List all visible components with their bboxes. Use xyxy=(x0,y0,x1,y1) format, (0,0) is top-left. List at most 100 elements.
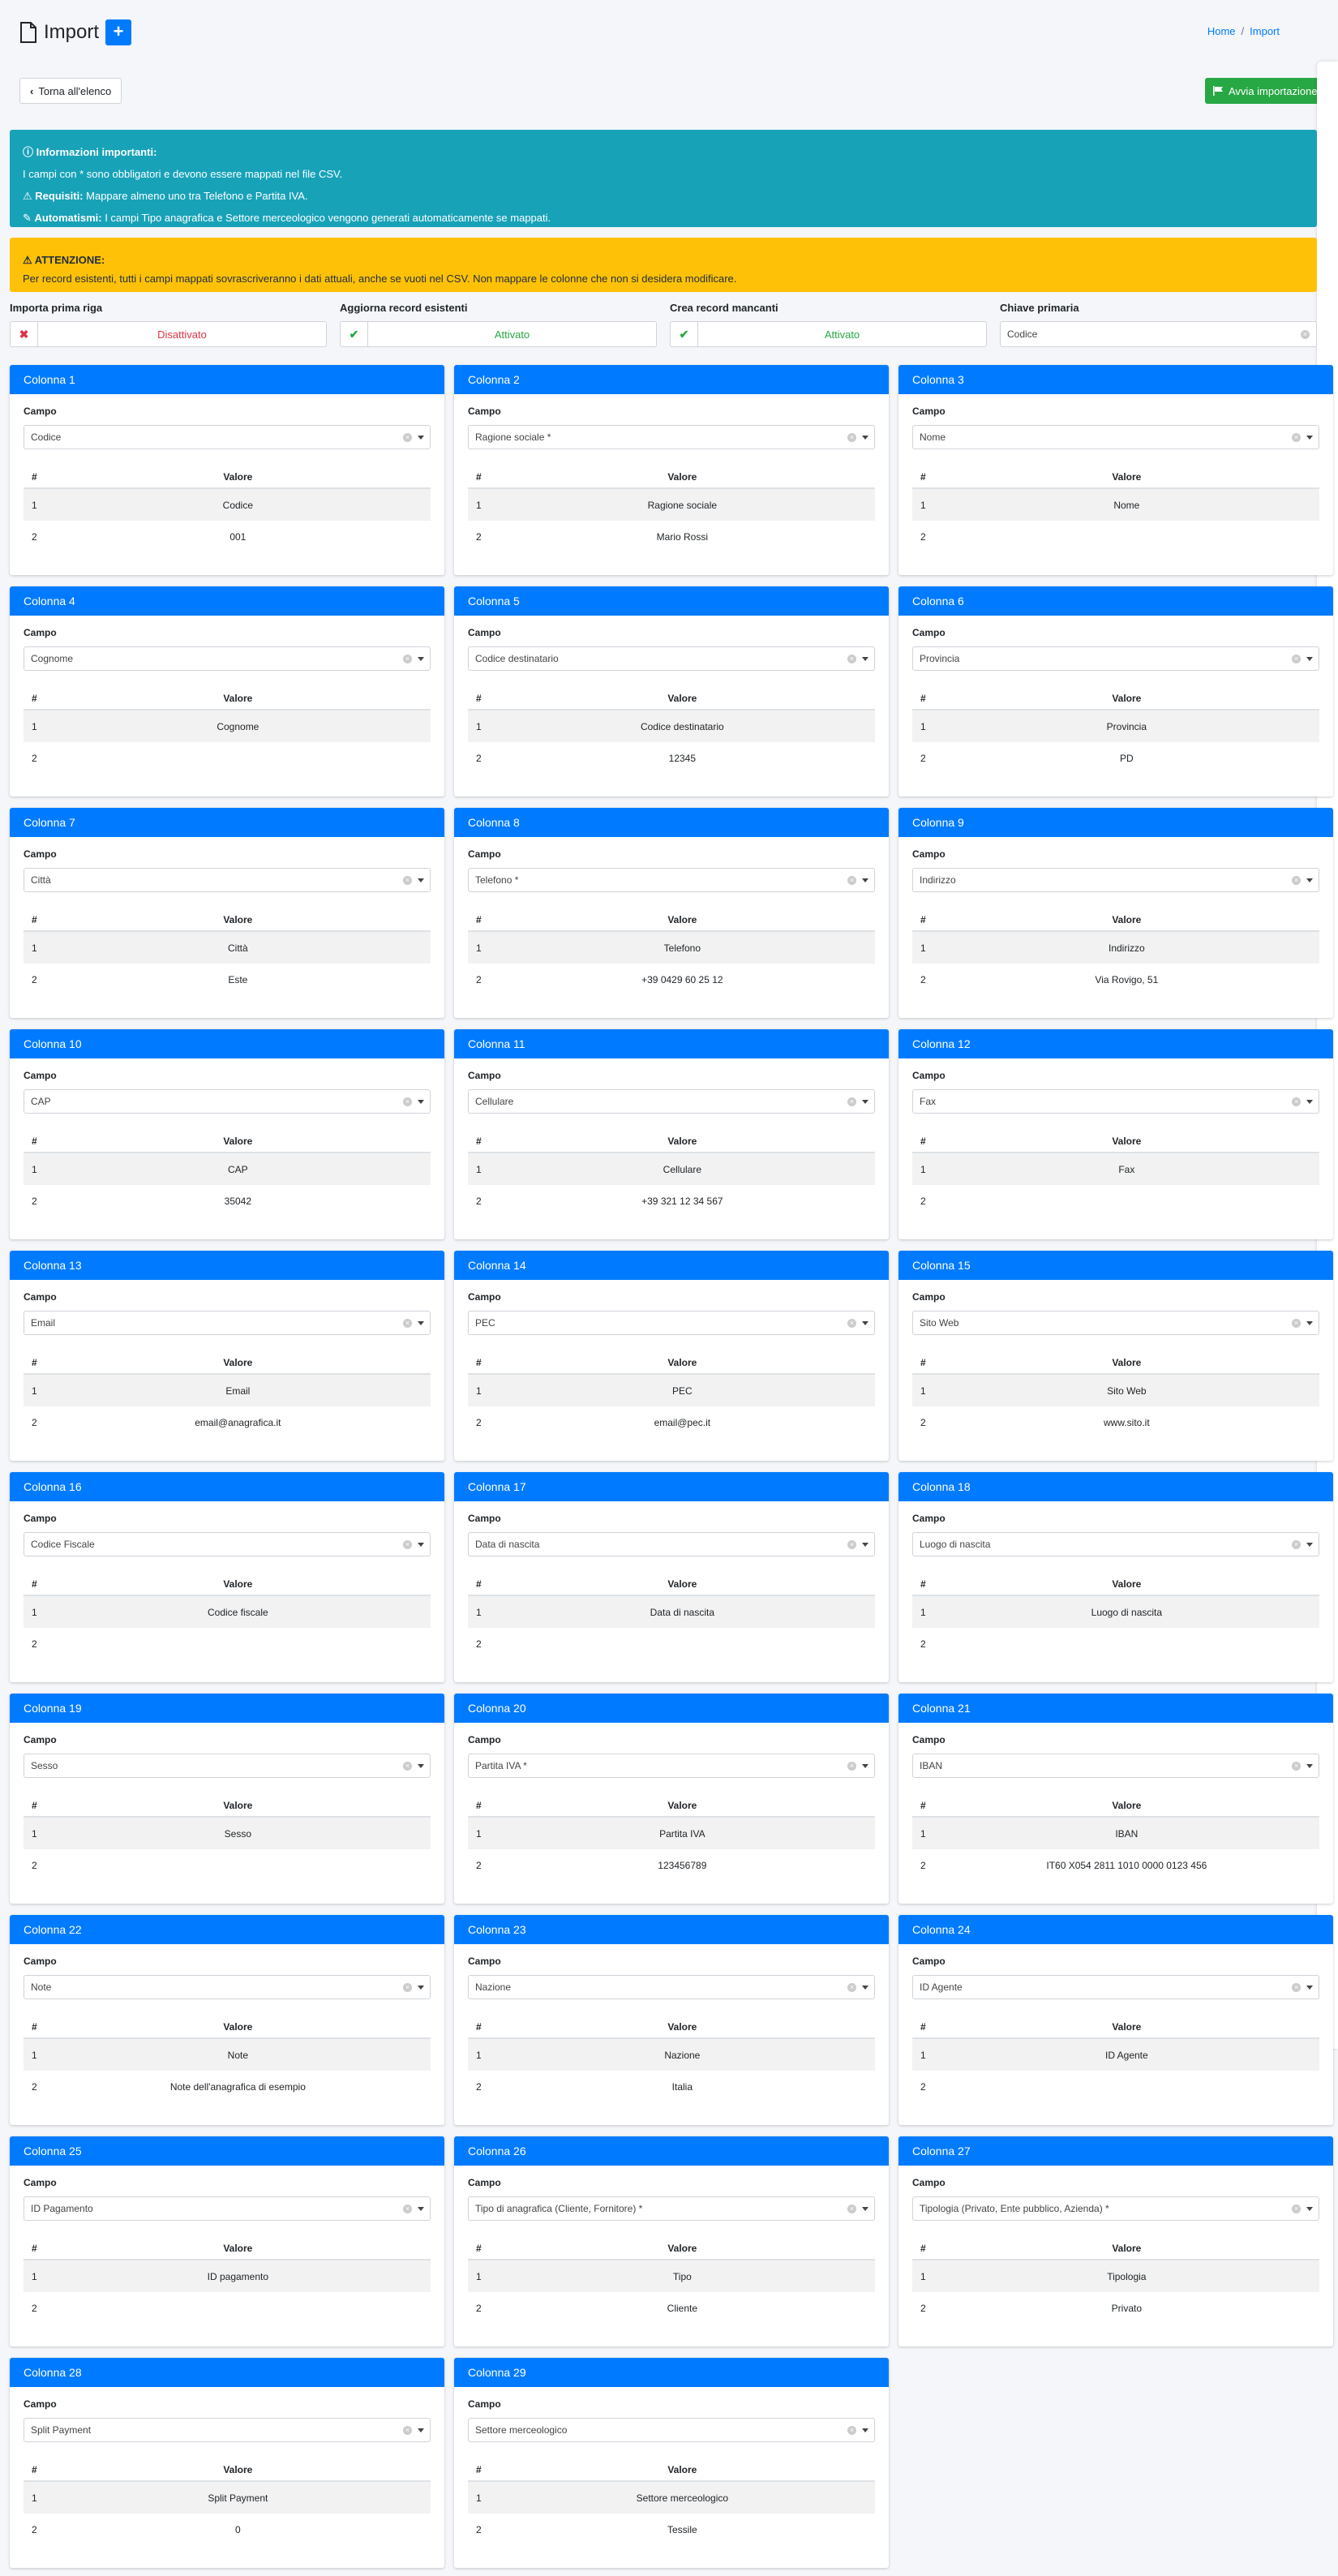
chevron-down-icon[interactable] xyxy=(418,1986,424,1990)
clear-icon[interactable]: × xyxy=(1292,2205,1301,2213)
chevron-down-icon[interactable] xyxy=(418,436,424,440)
clear-icon[interactable]: × xyxy=(403,1319,412,1328)
field-select[interactable]: Fax × xyxy=(912,1089,1319,1114)
clear-icon[interactable]: × xyxy=(1292,876,1301,885)
chevron-down-icon[interactable] xyxy=(1306,1543,1313,1547)
update-existing-toggle[interactable]: ✔ Attivato xyxy=(340,321,657,347)
field-select[interactable]: Split Payment × xyxy=(24,2418,431,2442)
clear-icon[interactable]: × xyxy=(403,1540,412,1549)
chevron-down-icon[interactable] xyxy=(1306,2207,1313,2211)
chevron-down-icon[interactable] xyxy=(1306,878,1313,882)
clear-icon[interactable]: × xyxy=(1292,1762,1301,1771)
clear-icon[interactable]: × xyxy=(847,1097,856,1106)
field-select[interactable]: Tipo di anagrafica (Cliente, Fornitore) … xyxy=(468,2196,875,2221)
chevron-down-icon[interactable] xyxy=(418,1543,424,1547)
field-select[interactable]: Partita IVA * × xyxy=(468,1754,875,1778)
clear-icon[interactable]: × xyxy=(403,2205,412,2213)
field-select[interactable]: Sito Web × xyxy=(912,1311,1319,1335)
chevron-down-icon[interactable] xyxy=(862,1986,868,1990)
clear-icon[interactable]: × xyxy=(403,1983,412,1992)
field-select[interactable]: Data di nascita × xyxy=(468,1532,875,1556)
clear-icon[interactable]: × xyxy=(847,1983,856,1992)
field-select[interactable]: Luogo di nascita × xyxy=(912,1532,1319,1556)
add-button[interactable]: + xyxy=(105,19,132,45)
chevron-down-icon[interactable] xyxy=(418,1100,424,1104)
field-select[interactable]: Provincia × xyxy=(912,646,1319,671)
field-select[interactable]: Sesso × xyxy=(24,1754,431,1778)
chevron-down-icon[interactable] xyxy=(862,1321,868,1325)
chevron-down-icon[interactable] xyxy=(862,2207,868,2211)
chevron-down-icon[interactable] xyxy=(862,436,868,440)
clear-icon[interactable]: × xyxy=(847,1762,856,1771)
field-select[interactable]: PEC × xyxy=(468,1311,875,1335)
primary-key-select[interactable]: Codice × xyxy=(1000,321,1317,347)
table-header-row: # Valore xyxy=(24,1130,431,1153)
field-select[interactable]: Ragione sociale * × xyxy=(468,425,875,449)
chevron-down-icon[interactable] xyxy=(418,2207,424,2211)
clear-icon[interactable]: × xyxy=(1292,1540,1301,1549)
chevron-down-icon[interactable] xyxy=(862,1543,868,1547)
field-select[interactable]: Nome × xyxy=(912,425,1319,449)
clear-icon[interactable]: × xyxy=(847,1540,856,1549)
field-select[interactable]: CAP × xyxy=(24,1089,431,1114)
chevron-down-icon[interactable] xyxy=(862,1100,868,1104)
field-select[interactable]: Nazione × xyxy=(468,1975,875,1999)
field-select[interactable]: Città × xyxy=(24,868,431,892)
chevron-down-icon[interactable] xyxy=(862,657,868,661)
field-select[interactable]: IBAN × xyxy=(912,1754,1319,1778)
chevron-down-icon[interactable] xyxy=(418,2428,424,2432)
field-select[interactable]: Settore merceologico × xyxy=(468,2418,875,2442)
chevron-down-icon[interactable] xyxy=(862,1764,868,1768)
clear-icon[interactable]: × xyxy=(1292,1097,1301,1106)
clear-icon[interactable]: × xyxy=(1292,1983,1301,1992)
chevron-down-icon[interactable] xyxy=(418,878,424,882)
clear-icon[interactable]: × xyxy=(403,1762,412,1771)
header-value: Valore xyxy=(45,1351,431,1375)
field-select[interactable]: Cellulare × xyxy=(468,1089,875,1114)
field-select[interactable]: Codice Fiscale × xyxy=(24,1532,431,1556)
breadcrumb-import[interactable]: Import xyxy=(1250,25,1280,37)
clear-icon[interactable]: × xyxy=(847,2426,856,2435)
clear-icon[interactable]: × xyxy=(403,1097,412,1106)
start-import-button[interactable]: Avvia importazione xyxy=(1205,78,1322,104)
breadcrumb-home[interactable]: Home xyxy=(1207,25,1236,37)
clear-icon[interactable]: × xyxy=(1292,655,1301,663)
import-first-row-toggle[interactable]: ✖ Disattivato xyxy=(10,321,327,347)
clear-icon[interactable]: × xyxy=(847,655,856,663)
field-select[interactable]: Note × xyxy=(24,1975,431,1999)
field-select[interactable]: ID Agente × xyxy=(912,1975,1319,1999)
chevron-down-icon[interactable] xyxy=(1306,1321,1313,1325)
field-select[interactable]: Codice × xyxy=(24,425,431,449)
table-header-row: # Valore xyxy=(24,1794,431,1818)
field-select[interactable]: Email × xyxy=(24,1311,431,1335)
chevron-down-icon[interactable] xyxy=(1306,1100,1313,1104)
chevron-down-icon[interactable] xyxy=(418,1764,424,1768)
clear-icon[interactable]: × xyxy=(403,876,412,885)
clear-icon[interactable]: × xyxy=(847,876,856,885)
clear-icon[interactable]: × xyxy=(403,655,412,663)
field-select[interactable]: ID Pagamento × xyxy=(24,2196,431,2221)
field-select[interactable]: Codice destinatario × xyxy=(468,646,875,671)
clear-icon[interactable]: × xyxy=(403,2426,412,2435)
clear-icon[interactable]: × xyxy=(403,433,412,442)
clear-icon[interactable]: × xyxy=(847,433,856,442)
chevron-down-icon[interactable] xyxy=(418,1321,424,1325)
clear-icon[interactable]: × xyxy=(1292,1319,1301,1328)
chevron-down-icon[interactable] xyxy=(418,657,424,661)
clear-icon[interactable]: × xyxy=(847,1319,856,1328)
clear-icon[interactable]: × xyxy=(1301,330,1310,339)
chevron-down-icon[interactable] xyxy=(862,878,868,882)
chevron-down-icon[interactable] xyxy=(1306,657,1313,661)
field-select[interactable]: Telefono * × xyxy=(468,868,875,892)
chevron-down-icon[interactable] xyxy=(1306,436,1313,440)
clear-icon[interactable]: × xyxy=(847,2205,856,2213)
field-select[interactable]: Indirizzo × xyxy=(912,868,1319,892)
field-select[interactable]: Cognome × xyxy=(24,646,431,671)
clear-icon[interactable]: × xyxy=(1292,433,1301,442)
field-select[interactable]: Tipologia (Privato, Ente pubblico, Azien… xyxy=(912,2196,1319,2221)
create-missing-toggle[interactable]: ✔ Attivato xyxy=(670,321,987,347)
chevron-down-icon[interactable] xyxy=(1306,1764,1313,1768)
chevron-down-icon[interactable] xyxy=(862,2428,868,2432)
chevron-down-icon[interactable] xyxy=(1306,1986,1313,1990)
back-to-list-button[interactable]: ‹ Torna all'elenco xyxy=(19,78,122,104)
